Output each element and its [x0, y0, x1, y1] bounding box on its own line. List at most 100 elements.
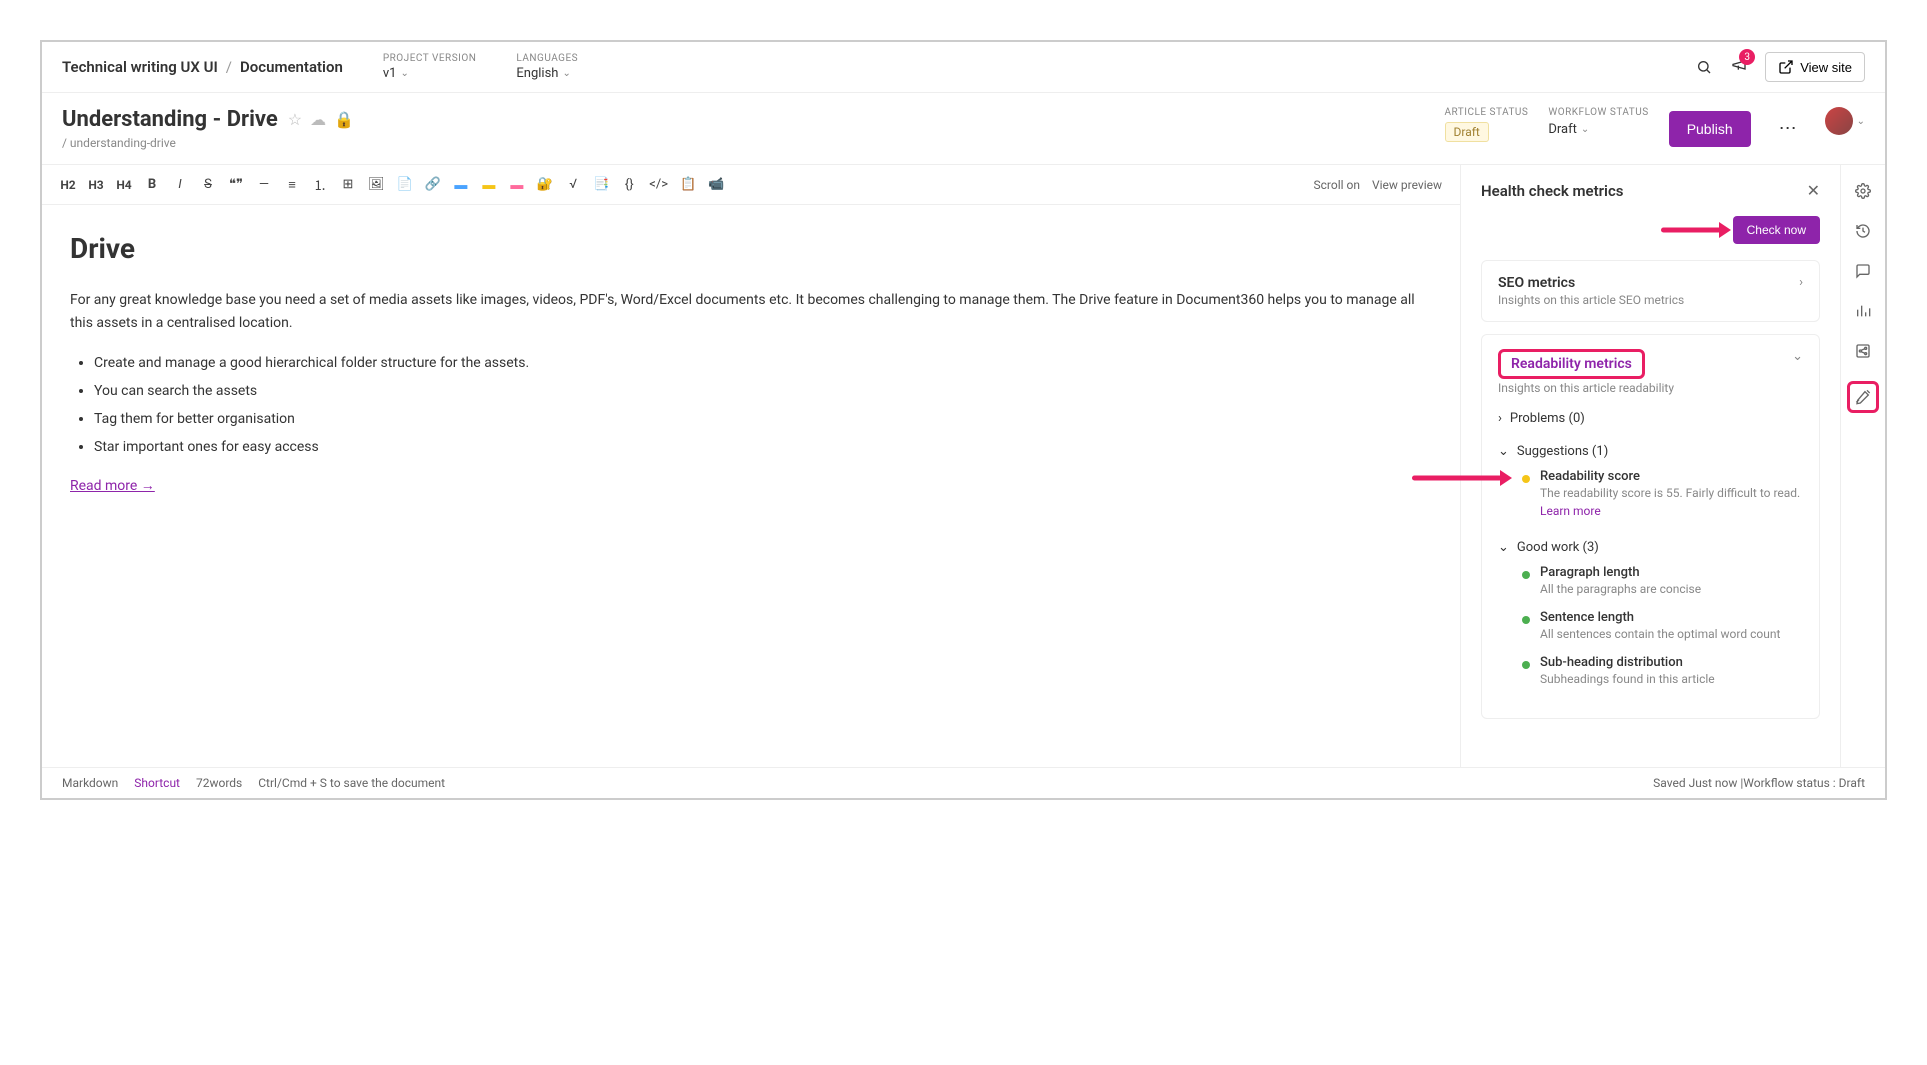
list-item: Tag them for better organisation: [94, 408, 1432, 432]
readability-title: Readability metrics: [1498, 349, 1645, 379]
workflow-status-value: Draft: [1548, 122, 1577, 137]
cloud-icon[interactable]: ☁: [310, 110, 326, 129]
problems-group[interactable]: › Problems (0): [1498, 407, 1803, 430]
readability-head[interactable]: Readability metrics Insights on this art…: [1498, 349, 1803, 395]
chevron-right-icon: ›: [1799, 275, 1803, 290]
view-preview-button[interactable]: View preview: [1372, 178, 1442, 192]
clipboard-button[interactable]: 📋: [680, 177, 696, 192]
bold-button[interactable]: B: [144, 177, 160, 192]
h3-button[interactable]: H3: [88, 178, 104, 192]
highlight-yellow-button[interactable]: ▬: [481, 177, 497, 193]
article-title: Understanding - Drive: [62, 107, 278, 132]
seo-sub: Insights on this article SEO metrics: [1498, 293, 1684, 307]
search-icon[interactable]: [1695, 58, 1713, 76]
view-site-label: View site: [1800, 60, 1852, 75]
read-more-link[interactable]: Read more →: [70, 478, 155, 494]
braces-button[interactable]: {}: [621, 177, 637, 192]
image-button[interactable]: 🖼: [368, 177, 385, 192]
highlight-pink-button[interactable]: ▬: [509, 177, 525, 193]
code-button[interactable]: </>: [649, 177, 668, 192]
user-avatar-menu[interactable]: ⌄: [1825, 107, 1865, 135]
right-icon-rail: [1841, 165, 1885, 767]
table-button[interactable]: ⊞: [340, 177, 356, 192]
h2-button[interactable]: H2: [60, 178, 76, 192]
video-button[interactable]: 📹: [708, 177, 724, 192]
list-item: You can search the assets: [94, 380, 1432, 404]
history-icon[interactable]: [1853, 221, 1873, 241]
good-title: Paragraph length: [1540, 565, 1803, 580]
list-item: Create and manage a good hierarchical fo…: [94, 352, 1432, 376]
suggestion-item: Readability score The readability score …: [1522, 463, 1803, 526]
view-site-button[interactable]: View site: [1765, 52, 1865, 82]
good-desc: All the paragraphs are concise: [1540, 580, 1803, 598]
good-desc: All sentences contain the optimal word c…: [1540, 625, 1803, 643]
problems-label: Problems (0): [1510, 411, 1585, 426]
lock-icon[interactable]: 🔒: [334, 110, 354, 129]
check-now-button[interactable]: Check now: [1733, 216, 1820, 244]
good-item: Sub-heading distribution Subheadings fou…: [1522, 649, 1803, 694]
ol-button[interactable]: ⒈: [312, 175, 328, 194]
word-count: 72words: [196, 776, 242, 790]
workflow-status-block[interactable]: WORKFLOW STATUS Draft⌄: [1548, 107, 1648, 137]
editor-body[interactable]: Drive For any great knowledge base you n…: [42, 205, 1460, 767]
health-check-panel: Health check metrics ✕ Check now SEO met…: [1461, 165, 1841, 767]
project-version[interactable]: PROJECT VERSION v1⌄: [383, 53, 477, 81]
goodwork-label: Good work (3): [1517, 540, 1599, 555]
readability-sub: Insights on this article readability: [1498, 381, 1674, 395]
chevron-down-icon: ⌄: [1857, 116, 1865, 127]
strike-button[interactable]: S: [200, 177, 216, 192]
chevron-down-icon: ⌄: [1792, 349, 1803, 364]
top-header: Technical writing UX UI / Documentation …: [42, 42, 1885, 93]
breadcrumb-project[interactable]: Technical writing UX UI: [62, 58, 218, 76]
callout-arrow-icon: [1661, 221, 1731, 239]
language-select[interactable]: LANGUAGES English⌄: [516, 53, 578, 81]
status-dot-icon: [1522, 475, 1530, 483]
italic-button[interactable]: I: [172, 177, 188, 192]
avatar: [1825, 107, 1853, 135]
lang-label: LANGUAGES: [516, 53, 578, 64]
version-value: v1: [383, 66, 397, 81]
status-dot-icon: [1522, 571, 1530, 579]
highlight-blue-button[interactable]: ▬: [453, 177, 469, 193]
good-item: Paragraph length All the paragraphs are …: [1522, 559, 1803, 604]
learn-more-link[interactable]: Learn more: [1540, 504, 1601, 518]
gear-icon[interactable]: [1853, 181, 1873, 201]
link-button[interactable]: 🔗: [425, 177, 441, 192]
editor-toolbar: H2 H3 H4 B I S ❝❞ — ≡ ⒈ ⊞ 🖼 📄 🔗 ▬ ▬ ▬ 🔐 …: [42, 165, 1460, 205]
seo-metrics-card[interactable]: SEO metrics Insights on this article SEO…: [1481, 260, 1820, 322]
breadcrumb-sep: /: [226, 58, 232, 76]
notification-badge: 3: [1739, 49, 1755, 65]
h4-button[interactable]: H4: [116, 178, 132, 192]
article-slug: / understanding-drive: [62, 136, 1425, 150]
ul-button[interactable]: ≡: [284, 177, 300, 193]
article-status-label: ARTICLE STATUS: [1445, 107, 1529, 118]
star-icon[interactable]: ☆: [288, 110, 302, 129]
share-icon[interactable]: [1853, 341, 1873, 361]
publish-button[interactable]: Publish: [1669, 111, 1751, 147]
insert-file-button[interactable]: 📑: [593, 177, 609, 192]
health-check-icon[interactable]: [1847, 381, 1879, 413]
shortcut-link[interactable]: Shortcut: [134, 776, 180, 790]
chevron-down-icon: ⌄: [562, 68, 570, 79]
suggestions-group[interactable]: ⌄ Suggestions (1): [1498, 440, 1803, 463]
comments-icon[interactable]: [1853, 261, 1873, 281]
analytics-icon[interactable]: [1853, 301, 1873, 321]
suggestion-title: Readability score: [1540, 469, 1803, 484]
save-hint: Ctrl/Cmd + S to save the document: [258, 776, 445, 790]
file-button[interactable]: 📄: [397, 177, 413, 192]
quote-button[interactable]: ❝❞: [228, 177, 244, 192]
goodwork-group[interactable]: ⌄ Good work (3): [1498, 536, 1803, 559]
good-desc: Subheadings found in this article: [1540, 670, 1803, 688]
hr-button[interactable]: —: [256, 177, 272, 192]
formula-button[interactable]: √: [565, 177, 581, 192]
breadcrumb: Technical writing UX UI / Documentation: [62, 58, 343, 76]
more-icon[interactable]: ⋯: [1771, 118, 1805, 139]
good-item: Sentence length All sentences contain th…: [1522, 604, 1803, 649]
breadcrumb-section[interactable]: Documentation: [240, 58, 343, 76]
announcements-icon[interactable]: 3: [1731, 57, 1747, 77]
scroll-toggle[interactable]: Scroll on: [1314, 178, 1360, 192]
workflow-status-label: WORKFLOW STATUS: [1548, 107, 1648, 118]
lock-block-button[interactable]: 🔐: [537, 177, 553, 192]
status-dot-icon: [1522, 616, 1530, 624]
close-icon[interactable]: ✕: [1807, 181, 1820, 200]
